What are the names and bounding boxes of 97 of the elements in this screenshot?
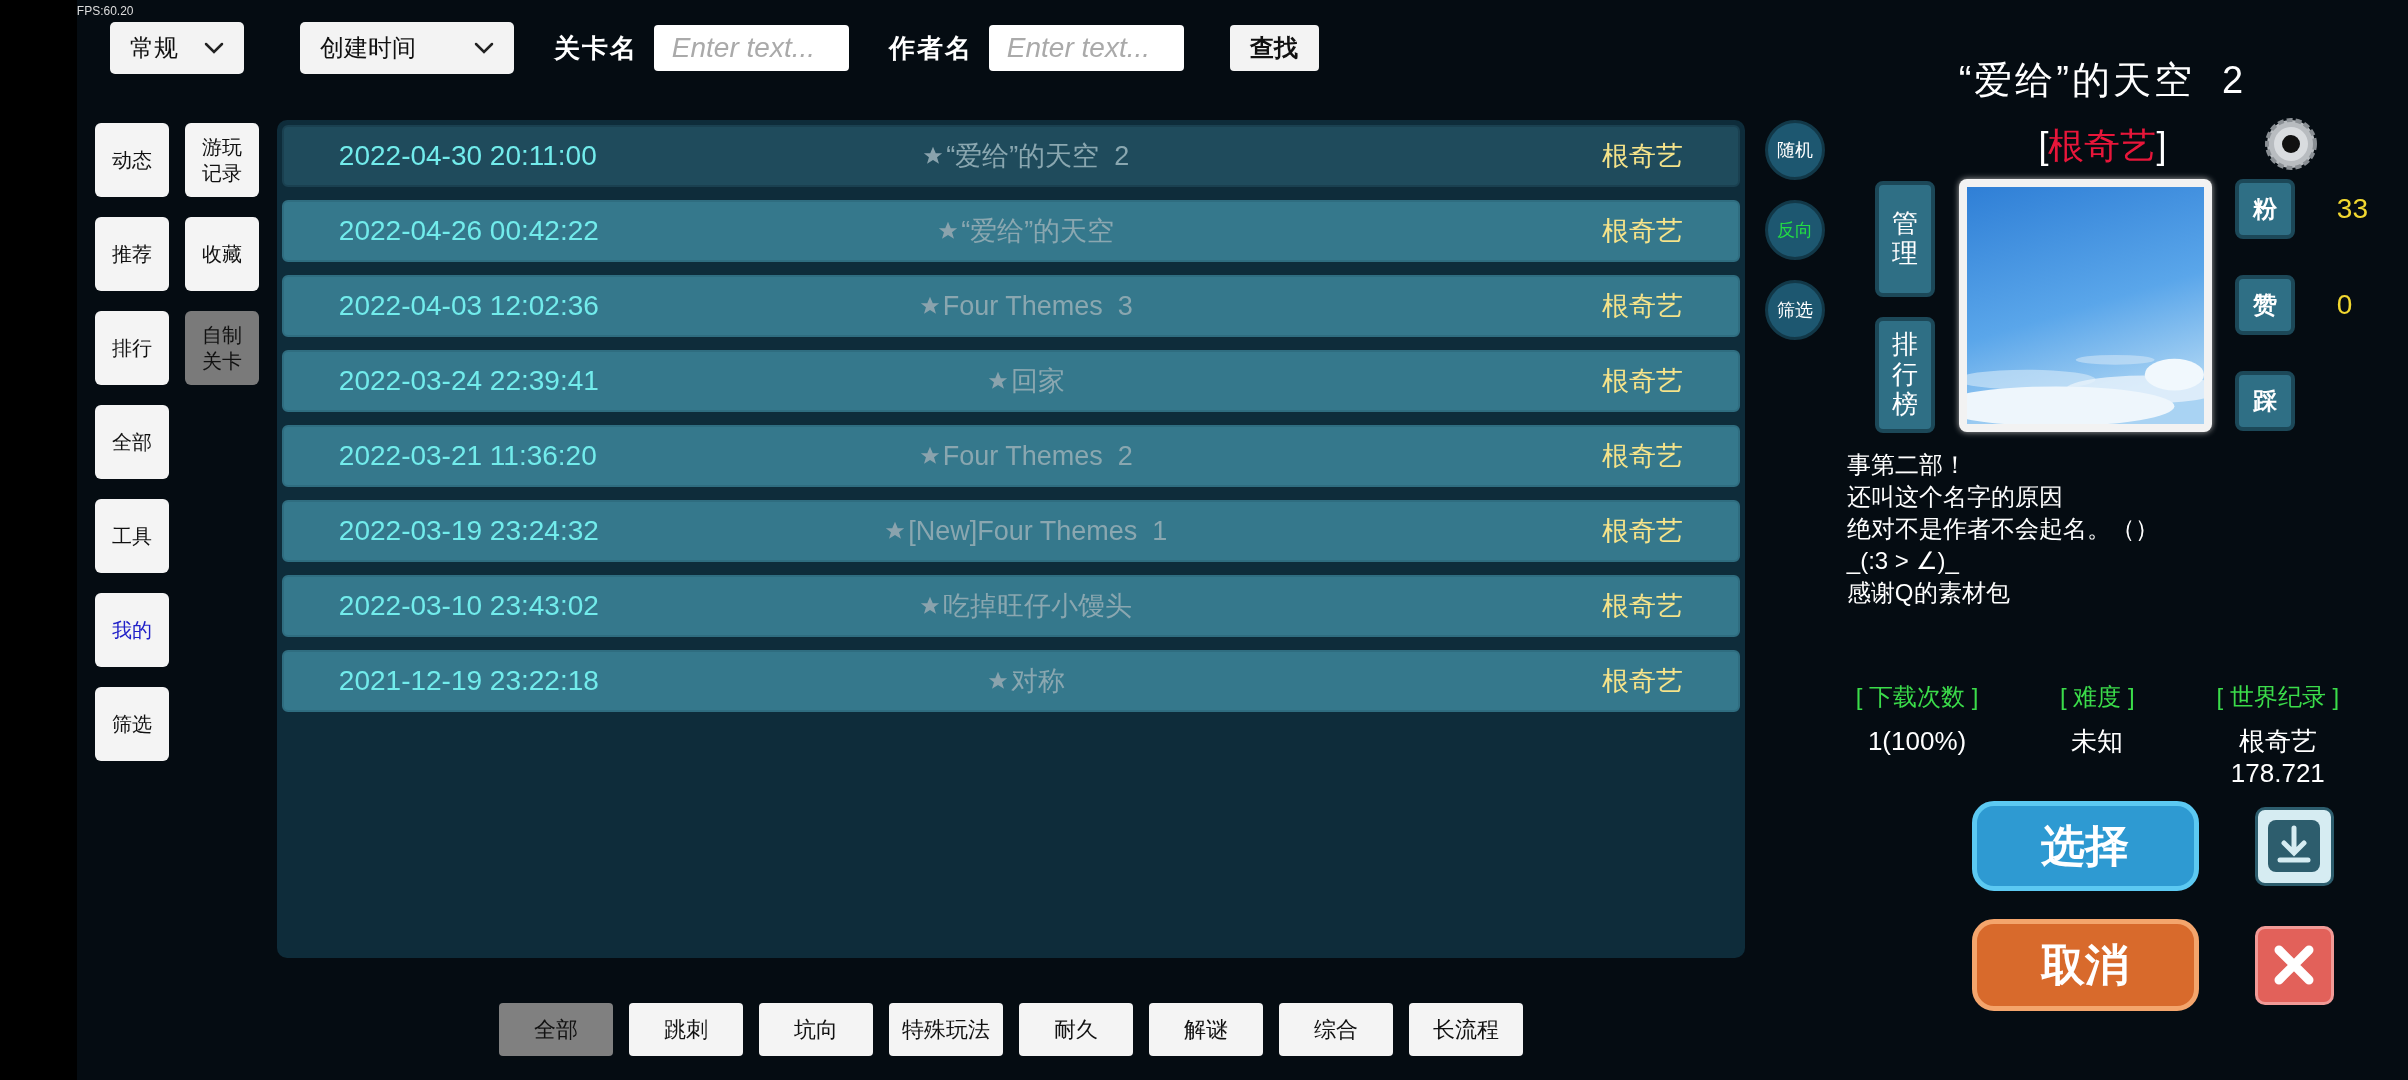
search-button[interactable]: 查找	[1229, 25, 1319, 71]
level-title: 吃掉旺仔小馒头	[943, 589, 1133, 623]
level-title: Four Themes 2	[942, 439, 1133, 473]
nav-button[interactable]: 排行	[94, 311, 169, 385]
level-title: 回家	[1010, 364, 1065, 398]
round-button[interactable]: 随机	[1764, 120, 1825, 180]
close-icon[interactable]	[2254, 925, 2334, 1005]
description-line: _(:3 > ∠)_	[1846, 546, 1960, 576]
description-line: 绝对不是作者不会起名。（）	[1846, 514, 2160, 544]
author-name: 根奇艺	[2048, 124, 2157, 168]
dropdown[interactable]: 创建时间	[299, 22, 514, 74]
field-label: 作者名	[888, 31, 973, 65]
settings-icon[interactable]	[2264, 117, 2318, 171]
category-tab[interactable]: 特殊玩法	[888, 1003, 1003, 1056]
star-icon	[922, 145, 945, 167]
star-icon	[919, 595, 942, 617]
date-text: 2022-03-24 22:39:41	[338, 364, 600, 398]
chevron-down-icon	[203, 42, 224, 54]
author-name: 根奇艺	[1600, 139, 1683, 173]
star-icon	[937, 220, 960, 242]
author-name: 根奇艺	[1600, 364, 1683, 398]
nav-button[interactable]: 全部	[94, 405, 169, 479]
nav-button[interactable]: 我的	[94, 593, 169, 667]
vertical-button[interactable]: 排行榜	[1874, 317, 1935, 433]
level-row[interactable]: 2022-03-19 23:24:32 [New]Four Themes 1 根奇艺	[281, 500, 1740, 562]
stat-value: 未知	[2071, 725, 2124, 757]
nav-button[interactable]: 收藏	[184, 217, 259, 291]
level-row[interactable]: 2022-04-30 20:11:00 “爱给”的天空 2 根奇艺	[281, 125, 1740, 187]
date-text: 2022-04-30 20:11:00	[338, 139, 598, 173]
nav-button[interactable]: 推荐	[94, 217, 169, 291]
category-tab[interactable]: 坑向	[758, 1003, 873, 1056]
category-tab[interactable]: 耐久	[1018, 1003, 1133, 1056]
round-button[interactable]: 筛选	[1764, 280, 1825, 340]
date-text: 2022-03-19 23:24:32	[338, 514, 600, 548]
stat-label: [ 下载次数 ]	[1855, 682, 1979, 712]
star-icon	[918, 295, 941, 317]
text-field[interactable]: Enter text...	[988, 25, 1184, 71]
description-line: 还叫这个名字的原因	[1846, 482, 2064, 512]
date-text: 2022-03-21 11:36:20	[338, 439, 598, 473]
category-tab[interactable]: 全部	[498, 1003, 613, 1056]
chevron-down-icon	[473, 42, 494, 54]
level-row[interactable]: 2022-04-26 00:42:22 “爱给”的天空 根奇艺	[281, 200, 1740, 262]
level-row[interactable]: 2022-03-10 23:43:02 吃掉旺仔小馒头 根奇艺	[281, 575, 1740, 637]
level-title: 对称	[1010, 664, 1065, 698]
field-label: 关卡名	[553, 31, 638, 65]
stat-label: [ 难度 ]	[2060, 682, 2135, 712]
category-tab[interactable]: 长流程	[1408, 1003, 1523, 1056]
author-name: 根奇艺	[1600, 289, 1683, 323]
author-name: 根奇艺	[1600, 214, 1683, 248]
author-name: 根奇艺	[1600, 514, 1683, 548]
round-button[interactable]: 反向	[1764, 200, 1825, 260]
category-tab[interactable]: 综合	[1278, 1003, 1393, 1056]
description-line: 感谢Q的素材包	[1846, 578, 2011, 608]
bracket-text: [	[2038, 124, 2049, 168]
vertical-button[interactable]: 管理	[1874, 181, 1935, 297]
text-field[interactable]: Enter text...	[653, 25, 849, 71]
author-name: 根奇艺	[1600, 439, 1683, 473]
reaction-button[interactable]: 粉	[2234, 179, 2295, 239]
star-icon	[884, 520, 907, 542]
author-name: 根奇艺	[1600, 589, 1683, 623]
level-title: “爱给”的天空 2	[946, 139, 1130, 173]
bracket-text: ]	[2156, 124, 2167, 168]
nav-button[interactable]: 筛选	[94, 687, 169, 761]
level-row[interactable]: 2021-12-19 23:22:18 对称 根奇艺	[281, 650, 1740, 712]
level-row[interactable]: 2022-04-03 12:02:36 Four Themes 3 根奇艺	[281, 275, 1740, 337]
stat-value: 根奇艺	[2238, 725, 2317, 757]
download-icon[interactable]	[2254, 806, 2334, 886]
date-text: 2021-12-19 23:22:18	[338, 664, 600, 698]
author-name: 根奇艺	[1600, 664, 1683, 698]
stat-value: 1(100%)	[1867, 725, 1967, 757]
level-title-heading: “爱给”的天空 2	[1957, 58, 2248, 103]
date-text: 2022-04-03 12:02:36	[338, 289, 600, 323]
star-icon	[986, 670, 1009, 692]
level-title: “爱给”的天空	[961, 214, 1115, 248]
fps-counter: FPS:60.20	[76, 3, 134, 20]
reaction-count: 33	[2336, 192, 2368, 226]
level-title: Four Themes 3	[942, 289, 1133, 323]
dropdown[interactable]: 常规	[109, 22, 244, 74]
star-icon	[918, 445, 941, 467]
category-tab[interactable]: 解谜	[1148, 1003, 1263, 1056]
nav-button[interactable]: 自制关卡	[184, 311, 259, 385]
reaction-button[interactable]: 赞	[2234, 275, 2295, 335]
star-icon	[986, 370, 1009, 392]
nav-button[interactable]: 游玩记录	[184, 123, 259, 197]
level-row[interactable]: 2022-03-24 22:39:41 回家 根奇艺	[281, 350, 1740, 412]
reaction-count: 0	[2336, 288, 2353, 322]
level-title: [New]Four Themes 1	[908, 514, 1168, 548]
reaction-button[interactable]: 踩	[2234, 371, 2295, 431]
category-tab[interactable]: 跳刺	[628, 1003, 743, 1056]
nav-button[interactable]: 动态	[94, 123, 169, 197]
level-row[interactable]: 2022-03-21 11:36:20 Four Themes 2 根奇艺	[281, 425, 1740, 487]
date-text: 2022-04-26 00:42:22	[338, 214, 600, 248]
date-text: 2022-03-10 23:43:02	[338, 589, 600, 623]
stat-label: [ 世界纪录 ]	[2216, 682, 2340, 712]
nav-button[interactable]: 工具	[94, 499, 169, 573]
description-line: 事第二部！	[1846, 450, 1968, 480]
stat-value: 178.721	[2230, 757, 2325, 789]
